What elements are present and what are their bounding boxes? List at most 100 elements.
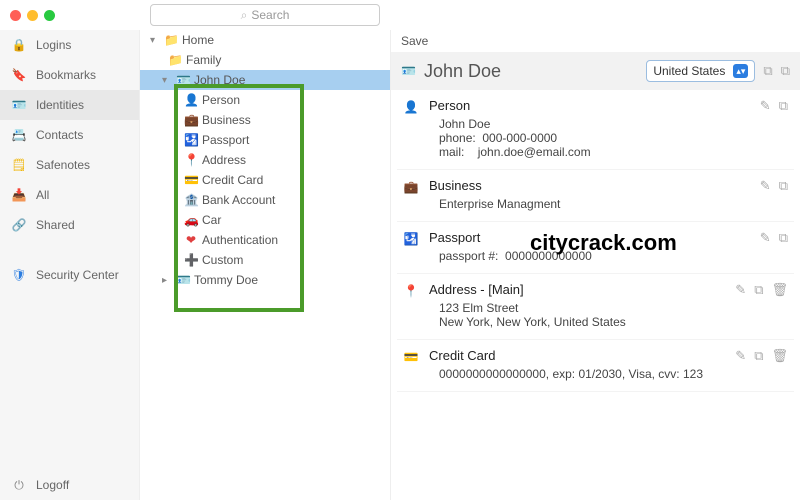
minimize-window-icon[interactable] (27, 10, 38, 21)
sidebar-item-label: Identities (36, 98, 84, 112)
section-title: Passport (429, 230, 750, 245)
tree-sub-business[interactable]: 💼 Business (140, 110, 390, 130)
copy-icon[interactable]: ⧉ (781, 63, 790, 79)
copy-icon[interactable]: ⧉ (779, 178, 788, 211)
sidebar-item-label: Shared (36, 218, 75, 232)
edit-icon[interactable]: ✎ (760, 230, 771, 263)
safenotes-icon: 🗒 (12, 158, 26, 172)
save-button[interactable]: Save (401, 34, 428, 48)
section-title: Address - [Main] (429, 282, 725, 297)
sidebar-item-logoff[interactable]: ⏻ Logoff (0, 470, 139, 500)
country-value: United States (653, 64, 725, 78)
identity-tree: ▾ 📁 Home 📁 Family ▾ 🪪 John Doe 👤 Person … (140, 30, 390, 500)
section-title: Person (429, 98, 750, 113)
sidebar-item-safenotes[interactable]: 🗒 Safenotes (0, 150, 139, 180)
sidebar-item-shared[interactable]: 🔗 Shared (0, 210, 139, 240)
search-placeholder: Search (251, 8, 289, 22)
heart-icon: ❤ (184, 233, 198, 247)
section-person: 👤 Person John Doe phone: 000-000-0000 ma… (397, 90, 794, 170)
tree-label: Credit Card (202, 173, 263, 187)
sidebar-item-label: Bookmarks (36, 68, 96, 82)
tree-sub-bankaccount[interactable]: 🏦 Bank Account (140, 190, 390, 210)
passport-icon: 🛂 (184, 133, 198, 147)
copy-icon[interactable]: ⧉ (754, 282, 763, 329)
bank-icon: 🏦 (184, 193, 198, 207)
tree-label: Home (182, 33, 214, 47)
delete-icon[interactable]: 🗑 (771, 282, 788, 329)
edit-icon[interactable]: ✎ (760, 98, 771, 159)
pin-icon: 📍 (403, 282, 419, 329)
tree-home[interactable]: ▾ 📁 Home (140, 30, 390, 50)
bookmark-icon: 🔖 (12, 68, 26, 82)
section-creditcard: 💳 Credit Card 0000000000000000, exp: 01/… (397, 340, 794, 392)
tree-sub-creditcard[interactable]: 💳 Credit Card (140, 170, 390, 190)
edit-icon[interactable]: ✎ (760, 178, 771, 211)
delete-icon[interactable]: 🗑 (771, 348, 788, 381)
copy-icon[interactable]: ⧉ (779, 230, 788, 263)
country-select[interactable]: United States ▴▾ (646, 60, 755, 82)
share-icon: 🔗 (12, 218, 26, 232)
briefcase-icon: 💼 (184, 113, 198, 127)
sidebar-item-identities[interactable]: 🪪 Identities (0, 90, 139, 120)
tree-sub-person[interactable]: 👤 Person (140, 90, 390, 110)
copy-icon[interactable]: ⧉ (763, 63, 772, 79)
identity-icon: 🪪 (176, 73, 190, 87)
tree-family[interactable]: 📁 Family (140, 50, 390, 70)
tree-sub-custom[interactable]: ➕ Custom (140, 250, 390, 270)
caret-down-icon: ▾ (150, 35, 160, 46)
credit-card-icon: 💳 (184, 173, 198, 187)
tree-label: Address (202, 153, 246, 167)
sidebar-item-bookmarks[interactable]: 🔖 Bookmarks (0, 60, 139, 90)
sidebar-item-contacts[interactable]: 📇 Contacts (0, 120, 139, 150)
search-icon: ⌕ (241, 8, 248, 23)
power-icon: ⏻ (12, 478, 26, 492)
tree-label: Car (202, 213, 221, 227)
business-company: Enterprise Managment (439, 197, 750, 211)
updown-icon: ▴▾ (733, 64, 748, 78)
section-address: 📍 Address - [Main] 123 Elm Street New Yo… (397, 274, 794, 340)
sidebar-item-security-center[interactable]: 🛡 Security Center (0, 260, 139, 290)
tree-sub-passport[interactable]: 🛂 Passport (140, 130, 390, 150)
detail-name: John Doe (424, 61, 638, 82)
search-input[interactable]: ⌕ Search (150, 4, 380, 26)
tree-identity-tommy[interactable]: ▸ 🪪 Tommy Doe (140, 270, 390, 290)
inbox-icon: 📥 (12, 188, 26, 202)
person-icon: 👤 (403, 98, 419, 159)
sidebar-item-label: Logoff (36, 478, 69, 492)
identity-icon: 🪪 (401, 64, 416, 78)
section-title: Credit Card (429, 348, 725, 363)
tree-label: Person (202, 93, 240, 107)
passport-label: passport #: (439, 249, 498, 263)
phone-value: 000-000-0000 (482, 131, 557, 145)
zoom-window-icon[interactable] (44, 10, 55, 21)
tree-label: Custom (202, 253, 243, 267)
window-controls (0, 10, 140, 21)
mail-label: mail: (439, 145, 464, 159)
tree-sub-address[interactable]: 📍 Address (140, 150, 390, 170)
phone-label: phone: (439, 131, 476, 145)
sidebar: 🔒 Logins 🔖 Bookmarks 🪪 Identities 📇 Cont… (0, 30, 140, 500)
edit-icon[interactable]: ✎ (735, 348, 746, 381)
sidebar-item-label: Contacts (36, 128, 83, 142)
close-window-icon[interactable] (10, 10, 21, 21)
tree-sub-car[interactable]: 🚗 Car (140, 210, 390, 230)
section-passport: 🛂 Passport passport #: 0000000000000 ✎ ⧉ (397, 222, 794, 274)
copy-icon[interactable]: ⧉ (754, 348, 763, 381)
edit-icon[interactable]: ✎ (735, 282, 746, 329)
tree-identity-john[interactable]: ▾ 🪪 John Doe (140, 70, 390, 90)
sidebar-item-logins[interactable]: 🔒 Logins (0, 30, 139, 60)
folder-icon: 📁 (168, 53, 182, 67)
sidebar-item-all[interactable]: 📥 All (0, 180, 139, 210)
person-name: John Doe (439, 117, 750, 131)
tree-label: Business (202, 113, 251, 127)
credit-card-icon: 💳 (403, 348, 419, 381)
folder-icon: 📁 (164, 33, 178, 47)
section-business: 💼 Business Enterprise Managment ✎ ⧉ (397, 170, 794, 222)
address-line2: New York, New York, United States (439, 315, 725, 329)
caret-right-icon: ▸ (162, 275, 172, 286)
tree-label: John Doe (194, 73, 245, 87)
tree-sub-authentication[interactable]: ❤ Authentication (140, 230, 390, 250)
copy-icon[interactable]: ⧉ (779, 98, 788, 159)
mail-value: john.doe@email.com (478, 145, 591, 159)
sidebar-item-label: Safenotes (36, 158, 90, 172)
